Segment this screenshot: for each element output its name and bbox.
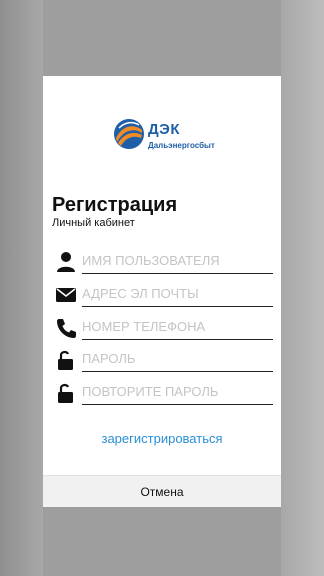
password-input[interactable]: [82, 346, 273, 372]
cancel-button[interactable]: Отмена: [43, 475, 281, 507]
backdrop-right: [281, 0, 324, 576]
email-field-row: [55, 281, 273, 307]
register-button[interactable]: зарегистрироваться: [43, 431, 281, 446]
phone-icon: [55, 317, 77, 339]
backdrop-left: [0, 0, 43, 576]
phone-field-row: [55, 314, 273, 340]
person-icon: [55, 251, 77, 273]
logo-brand-name: ДЭК: [148, 121, 181, 138]
lock-icon: [55, 382, 77, 404]
password-field-row: [55, 346, 273, 372]
email-input[interactable]: [82, 281, 273, 307]
registration-dialog: ДЭК Дальэнергосбыт Регистрация Личный ка…: [43, 76, 281, 507]
logo-brand-subtitle: Дальэнергосбыт: [148, 141, 215, 150]
repeat-password-field-row: [55, 379, 273, 405]
username-field-row: [55, 248, 273, 274]
phone-input[interactable]: [82, 314, 273, 340]
lock-icon: [55, 349, 77, 371]
globe-logo-icon: [114, 119, 144, 149]
page-subtitle: Личный кабинет: [52, 217, 135, 229]
cancel-label: Отмена: [140, 484, 184, 499]
envelope-icon: [55, 284, 77, 306]
repeat-password-input[interactable]: [82, 379, 273, 405]
page-title: Регистрация: [52, 194, 178, 216]
username-input[interactable]: [82, 248, 273, 274]
dek-logo: ДЭК Дальэнергосбыт: [113, 118, 233, 154]
